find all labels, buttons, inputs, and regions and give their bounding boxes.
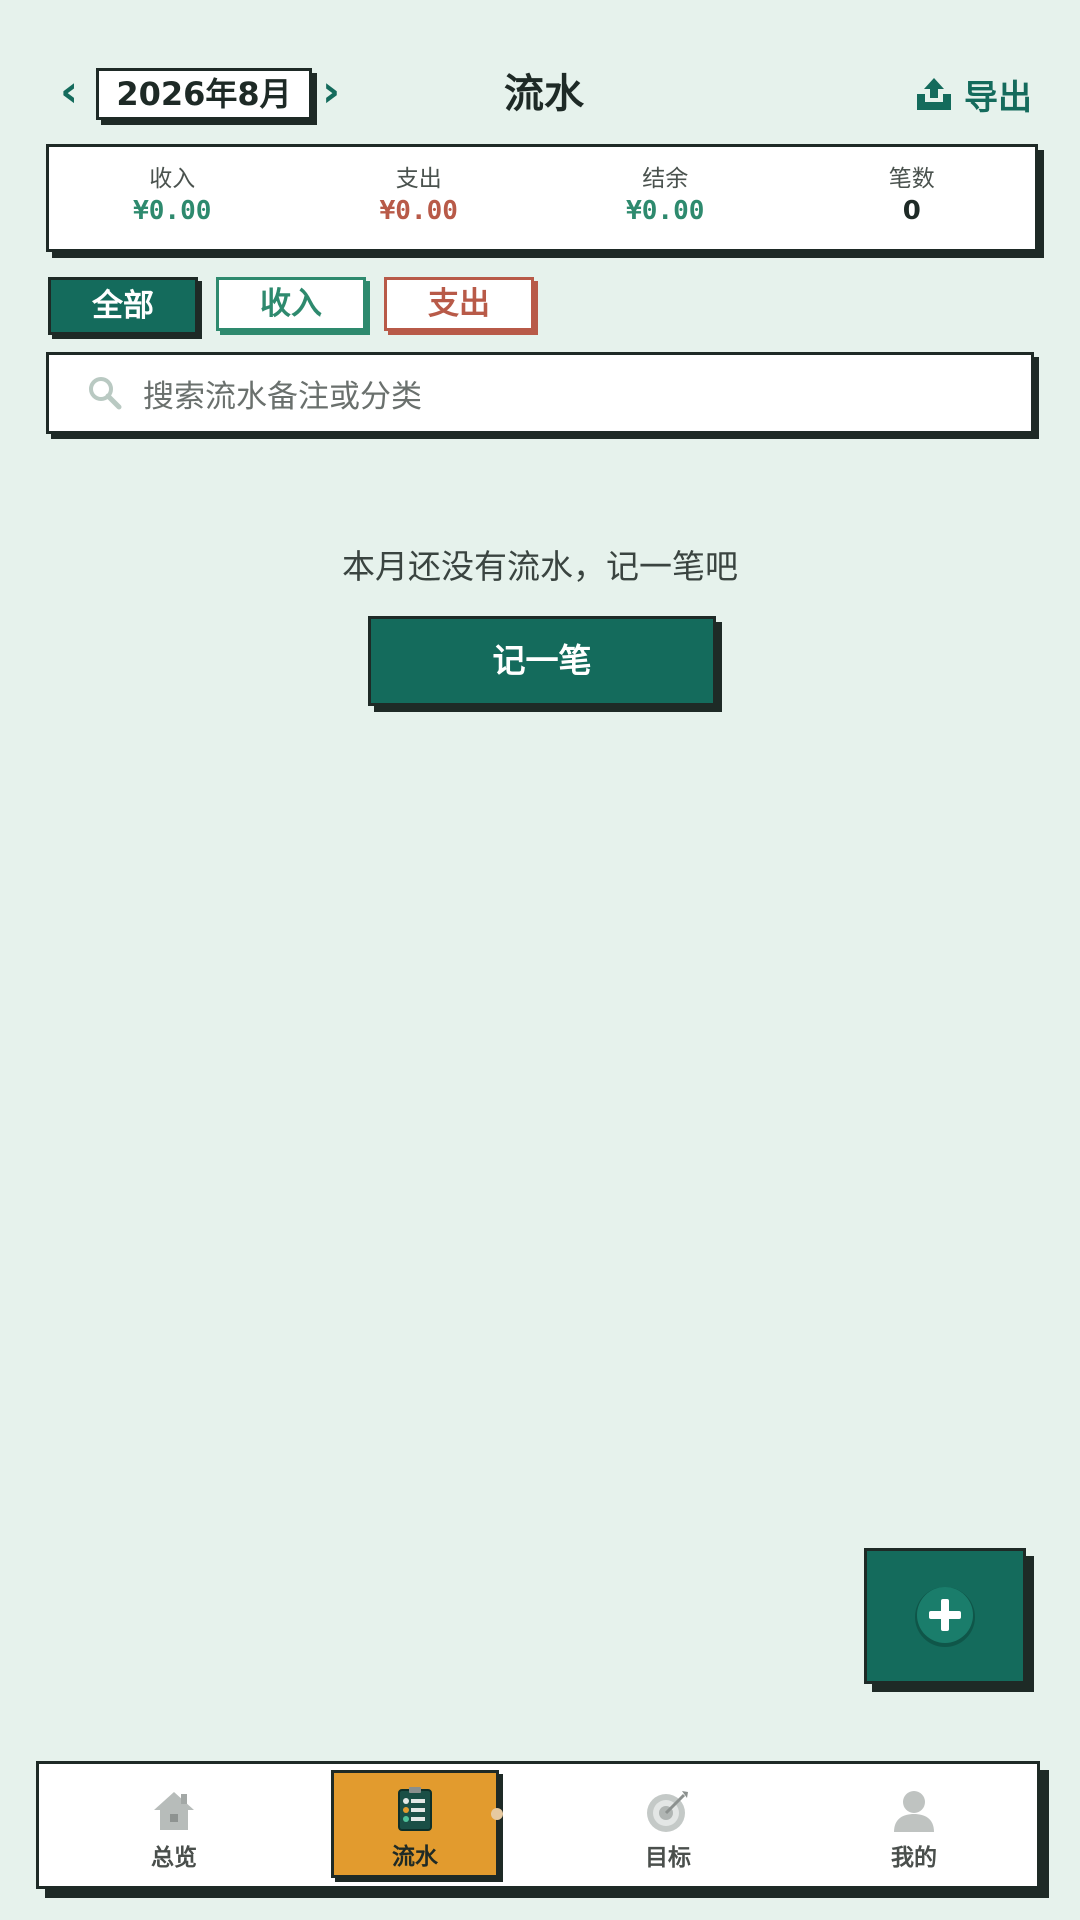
empty-state-message: 本月还没有流水，记一笔吧 xyxy=(342,547,738,586)
nav-item-goals[interactable]: 目标 xyxy=(583,1764,753,1886)
search-input[interactable]: 搜索流水备注或分类 xyxy=(46,352,1034,434)
tab-expense[interactable]: 支出 xyxy=(384,277,534,331)
tab-income[interactable]: 收入 xyxy=(216,277,366,331)
search-icon xyxy=(89,377,122,410)
nav-item-overview[interactable]: 总览 xyxy=(89,1764,259,1886)
expense-value: ¥0.00 xyxy=(379,196,458,226)
income-label: 收入 xyxy=(149,166,196,192)
home-icon xyxy=(154,1792,194,1830)
month-selector[interactable]: 2026年8月 xyxy=(96,68,312,120)
nav-label-flow: 流水 xyxy=(392,1844,438,1870)
tab-all[interactable]: 全部 xyxy=(48,277,198,335)
expense-label: 支出 xyxy=(395,166,442,192)
next-month-button[interactable]: › xyxy=(322,70,340,114)
nav-label-me: 我的 xyxy=(891,1845,937,1871)
income-stat: 收入 ¥0.00 xyxy=(49,147,296,249)
income-value: ¥0.00 xyxy=(133,196,212,226)
target-icon xyxy=(647,1791,688,1832)
nav-item-me[interactable]: 我的 xyxy=(829,1764,999,1886)
nav-item-flow[interactable]: 流水 xyxy=(331,1770,499,1878)
nav-label-goals: 目标 xyxy=(645,1845,691,1871)
count-value: 0 xyxy=(902,196,921,226)
add-entry-fab[interactable] xyxy=(864,1548,1026,1684)
bottom-nav: 总览 流水 目标 我的 xyxy=(36,1761,1040,1889)
nav-label-overview: 总览 xyxy=(151,1845,197,1871)
balance-label: 结余 xyxy=(642,166,689,192)
user-icon xyxy=(894,1791,934,1832)
active-indicator-dot xyxy=(491,1808,503,1820)
plus-icon xyxy=(915,1587,975,1647)
filter-tabs: 全部 收入 支出 xyxy=(48,277,534,335)
export-icon xyxy=(917,78,951,110)
expense-stat: 支出 ¥0.00 xyxy=(296,147,543,249)
prev-month-button[interactable]: ‹ xyxy=(60,70,78,114)
search-placeholder: 搜索流水备注或分类 xyxy=(143,378,422,415)
summary-card: 收入 ¥0.00 支出 ¥0.00 结余 ¥0.00 笔数 0 xyxy=(46,144,1038,252)
balance-stat: 结余 ¥0.00 xyxy=(542,147,789,249)
export-label: 导出 xyxy=(964,77,1032,118)
export-button[interactable]: 导出 xyxy=(914,70,1032,118)
balance-value: ¥0.00 xyxy=(626,196,705,226)
count-label: 笔数 xyxy=(888,166,935,192)
record-entry-button[interactable]: 记一笔 xyxy=(368,616,716,706)
list-icon xyxy=(398,1787,432,1831)
count-stat: 笔数 0 xyxy=(789,147,1036,249)
